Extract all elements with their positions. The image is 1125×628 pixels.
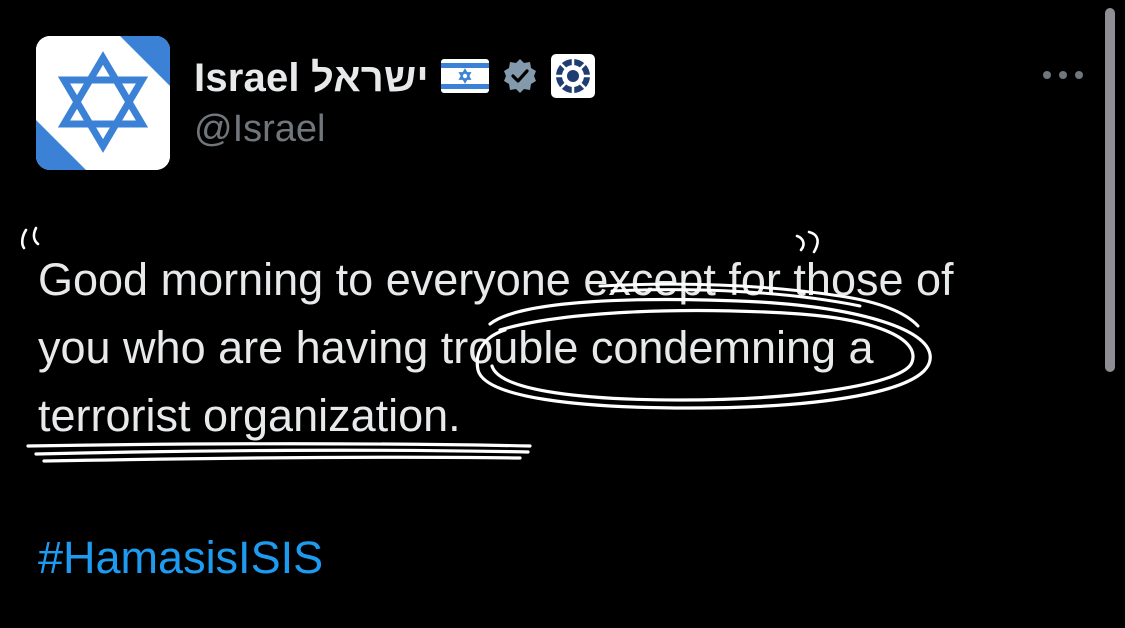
hashtag-link[interactable]: #HamasisISIS xyxy=(38,524,323,592)
more-options-icon xyxy=(1043,71,1083,79)
israel-flag-icon xyxy=(440,58,489,98)
post-text-line: terrorist organization. xyxy=(38,390,461,441)
open-quote-marks xyxy=(20,226,40,250)
author-name-row: Israel ישראל xyxy=(194,50,595,106)
scrollbar[interactable] xyxy=(1105,8,1115,372)
more-options-button[interactable] xyxy=(1038,60,1088,90)
verified-badge-icon[interactable] xyxy=(501,57,539,100)
government-seal-icon[interactable] xyxy=(550,53,595,103)
author-display-name[interactable]: Israel ישראל xyxy=(194,56,429,101)
post-text-line: Good morning to everyone except for thos… xyxy=(38,254,954,305)
post-text: Good morning to everyone except for thos… xyxy=(38,246,1098,450)
avatar[interactable] xyxy=(36,36,170,170)
author-handle[interactable]: @Israel xyxy=(194,108,326,151)
israel-flag-avatar-icon xyxy=(36,36,170,170)
post-text-line: you who are having trouble condemning a xyxy=(38,322,874,373)
